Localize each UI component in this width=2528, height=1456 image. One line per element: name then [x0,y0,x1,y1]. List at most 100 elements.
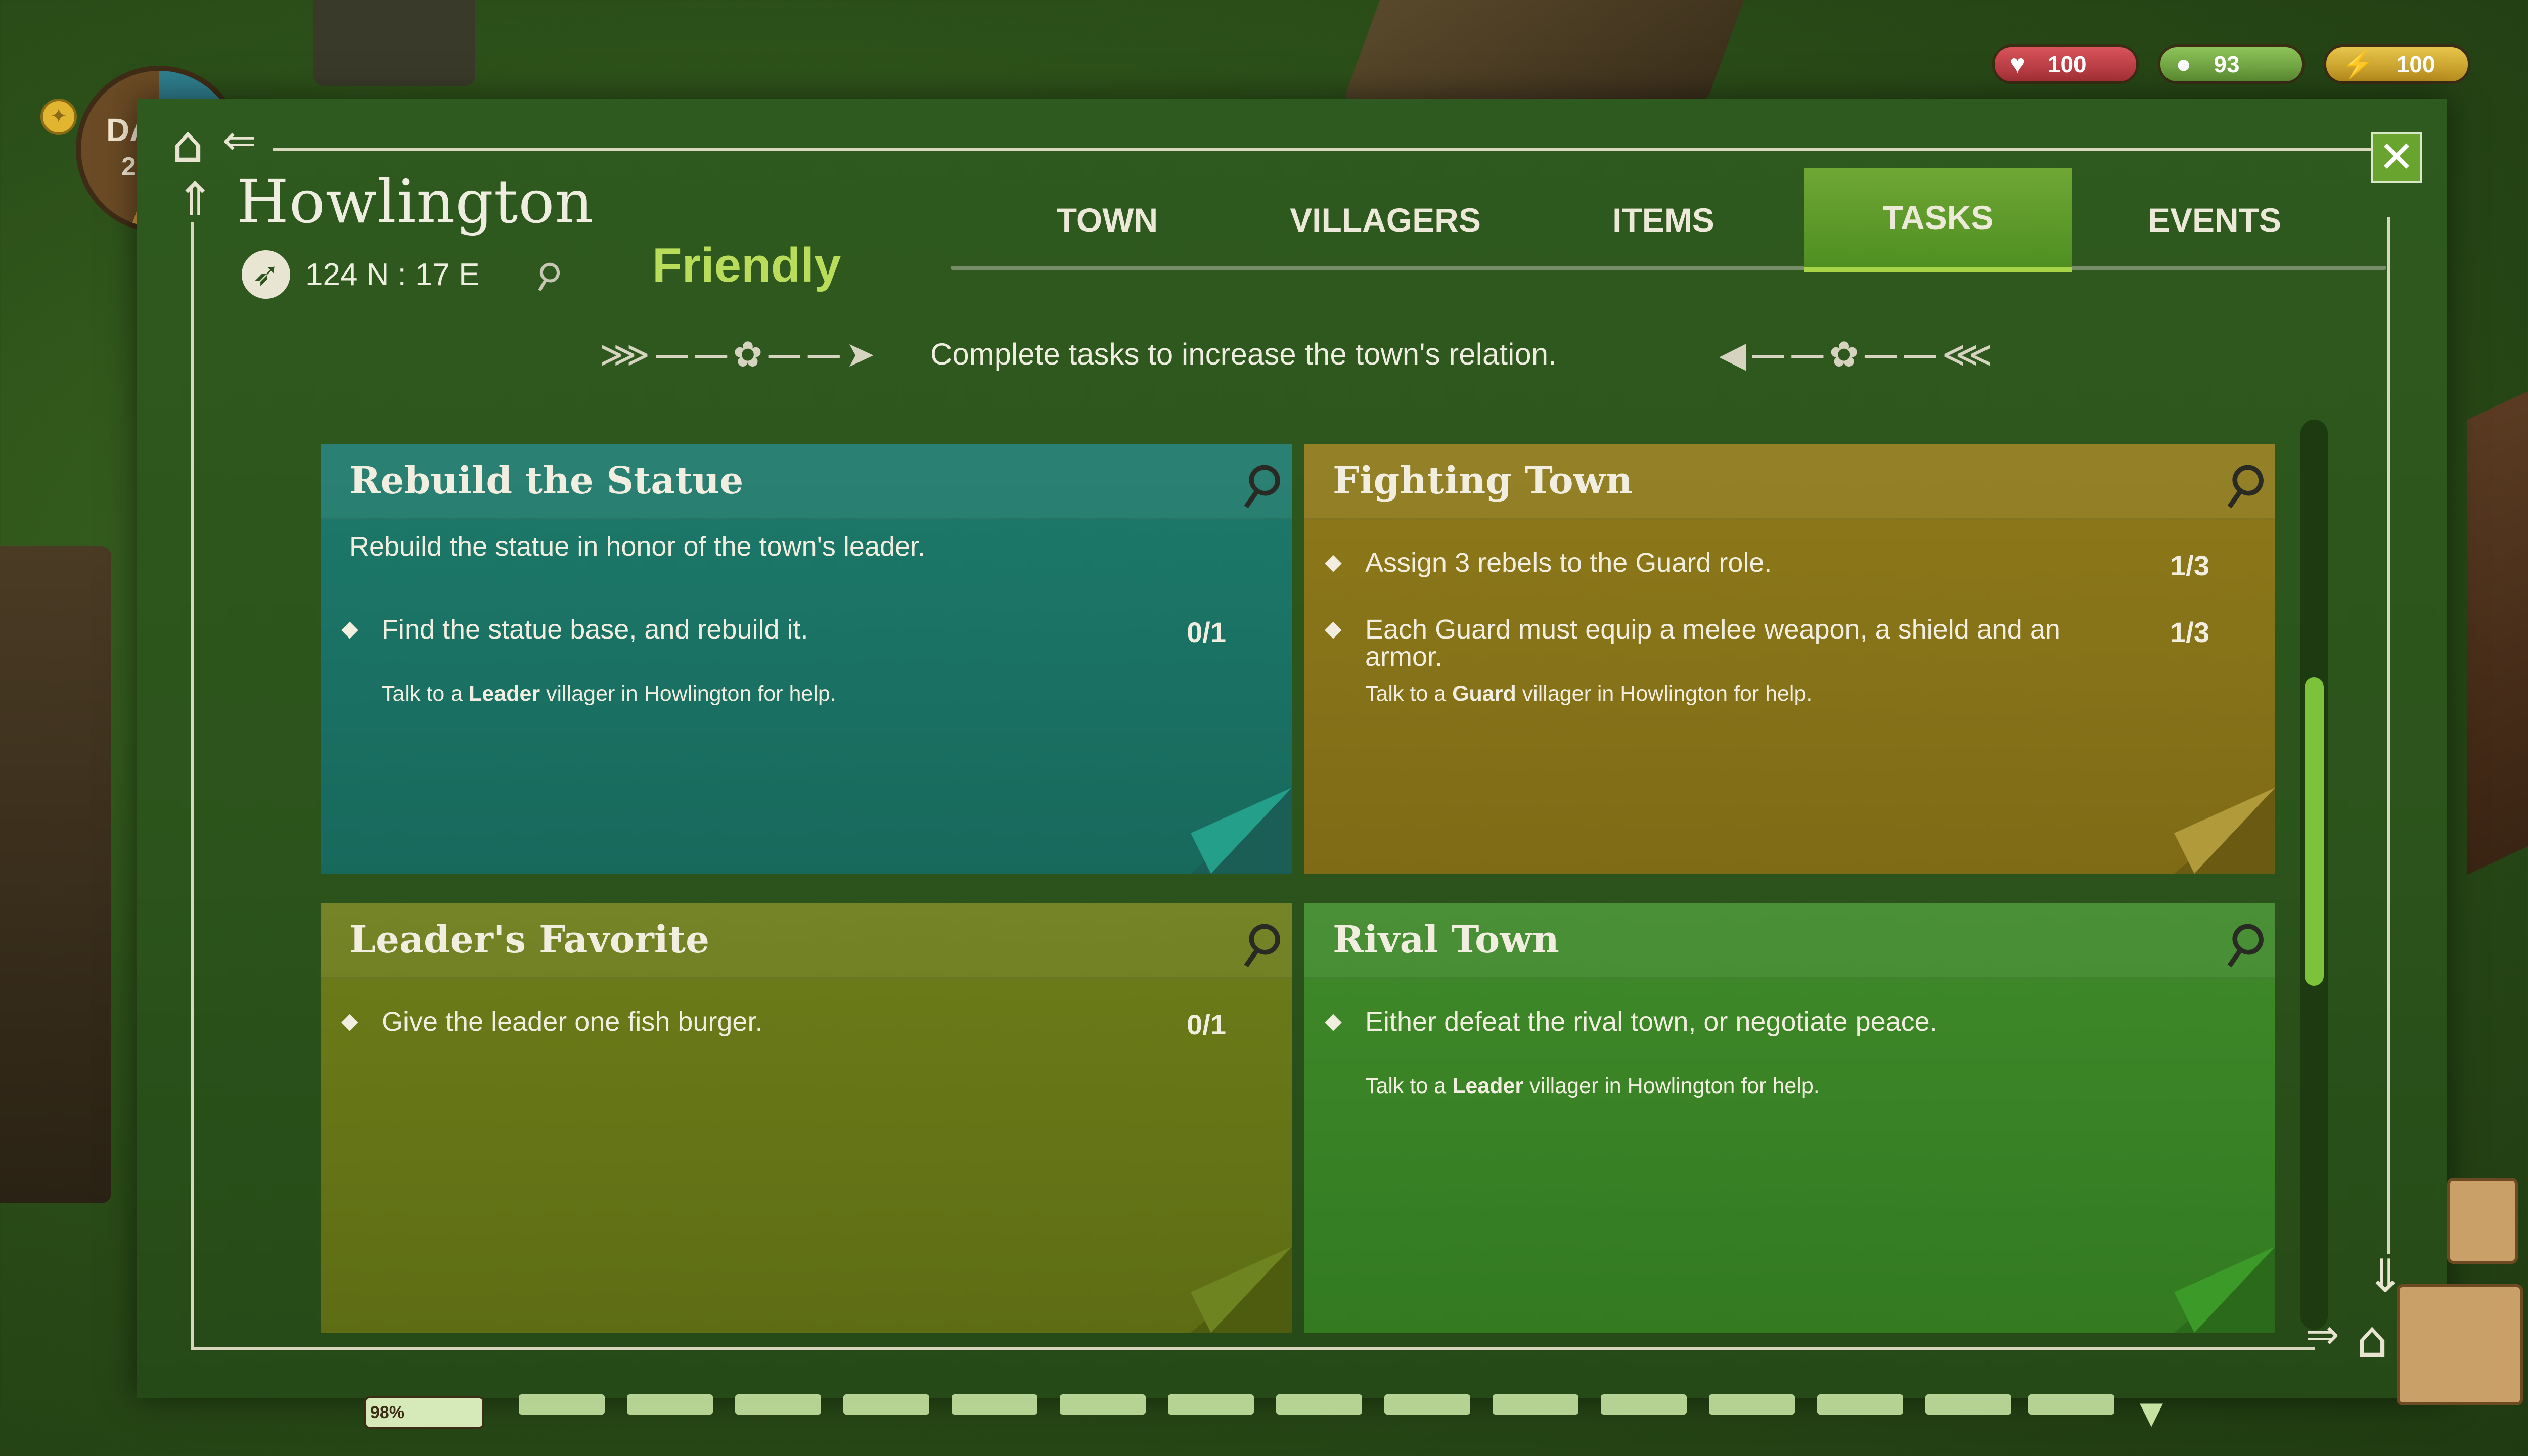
background-house-wall [0,546,111,1203]
task-hint: Talk to a Guard villager in Howlington f… [1365,681,1812,706]
town-name: Howlington [237,167,594,237]
page-fold-icon [1191,788,1292,874]
task-card[interactable]: Fighting Town ⚲ ◆ Assign 3 rebels to the… [1304,444,2280,874]
task-description: Rebuild the statue in honor of the town'… [349,531,926,562]
inventory-tile[interactable] [2397,1284,2523,1405]
objective-progress: 0/1 [1187,1009,1226,1040]
hotbar-slot[interactable] [1493,1394,1578,1415]
home-icon: ⌂ [2356,1310,2388,1369]
ornament-right-icon: ◀——✿——⋘ [1719,334,1997,375]
task-card-header: Fighting Town [1304,444,2275,520]
hotbar-slot[interactable] [1060,1394,1146,1415]
panel-frame-top [273,148,2376,151]
hotbar-slot[interactable] [1709,1394,1795,1415]
tab-tasks[interactable]: TASKS [1804,168,2072,272]
food-value: 93 [2214,51,2240,77]
task-hint: Talk to a Leader villager in Howlington … [382,681,836,706]
background-house-roof [2467,349,2528,875]
hotbar-slot[interactable] [1168,1394,1254,1415]
hotbar-slot[interactable] [1276,1394,1362,1415]
objective-text: Give the leader one fish burger. [382,1007,763,1037]
panel-frame-bottom [191,1347,2315,1350]
tab-items[interactable]: ITEMS [1577,168,1749,272]
progress-label: 98% [370,1403,405,1422]
hint-prefix: Talk to a [1365,681,1453,706]
heart-icon: ♥ [2010,50,2025,79]
panel-frame-right [2387,217,2390,1254]
food-stat: ● 93 [2158,44,2305,84]
task-card-header: Rebuild the Statue [321,444,1292,520]
objective-progress: 0/1 [1187,616,1226,648]
hotbar-slot[interactable] [735,1394,821,1415]
task-title: Rebuild the Statue [349,459,744,503]
objective-progress: 1/3 [2170,550,2209,581]
hotbar-slot[interactable] [952,1394,1037,1415]
hotbar-slot[interactable] [2028,1394,2114,1415]
leaf-ornament-icon: ⇑ [176,173,214,226]
task-hint: Talk to a Leader villager in Howlington … [1365,1074,1820,1099]
energy-value: 100 [2396,51,2435,77]
town-coordinates: 124 N : 17 E [305,257,480,292]
task-card[interactable]: Rival Town ⚲ ◆ Either defeat the rival t… [1304,903,2280,1333]
hint-suffix: villager in Howlington for help. [540,681,836,706]
hint-role: Leader [469,681,540,706]
progress-badge: 98% [364,1396,484,1429]
tab-events[interactable]: EVENTS [2113,168,2316,272]
ornament-left-icon: ⋙——✿——➤ [600,334,879,375]
panel-frame-left [191,222,194,1350]
bear-portrait-icon[interactable] [2447,1178,2518,1264]
task-card-header: Leader's Favorite [321,903,1292,979]
page-fold-icon [2174,788,2275,874]
hotbar-slot[interactable] [1601,1394,1687,1415]
compass-icon: ➶ [242,250,290,299]
hint-suffix: villager in Howlington for help. [1516,681,1813,706]
hint-role: Leader [1452,1074,1524,1098]
page-fold-icon [1191,1247,1292,1333]
objective-progress: 1/3 [2170,616,2209,648]
tasks-subtitle: Complete tasks to increase the town's re… [930,337,1557,371]
diamond-bullet-icon: ◆ [341,616,358,641]
task-card-header: Rival Town [1304,903,2275,979]
scrollbar-thumb[interactable] [2305,677,2324,986]
diamond-bullet-icon: ◆ [341,1009,358,1033]
hotbar-slot[interactable] [1925,1394,2011,1415]
hotbar-slot[interactable] [1384,1394,1470,1415]
health-stat: ♥ 100 [1992,44,2139,84]
background-house-roof [1343,0,1751,101]
close-button[interactable]: ✕ [2371,132,2422,183]
hint-suffix: villager in Howlington for help. [1523,1074,1820,1098]
arrow-ornament-icon: ⇐ [222,117,257,164]
hotbar-slot[interactable] [627,1394,713,1415]
task-title: Rival Town [1333,918,1559,962]
background-house-roof [313,0,475,86]
hotbar-slot[interactable] [1817,1394,1903,1415]
tab-town[interactable]: TOWN [1016,168,1198,272]
task-title: Leader's Favorite [349,918,710,962]
task-title: Fighting Town [1333,459,1633,503]
task-card[interactable]: Rebuild the Statue ⚲ Rebuild the statue … [321,444,1296,874]
page-fold-icon [2174,1247,2275,1333]
objective-text: Either defeat the rival town, or negotia… [1365,1007,1937,1037]
tab-villagers[interactable]: VILLAGERS [1264,168,1507,272]
health-value: 100 [2047,51,2087,77]
hotbar-slot[interactable] [843,1394,929,1415]
apple-icon: ● [2176,50,2192,79]
hotbar-slot[interactable] [519,1394,605,1415]
energy-stat: ⚡ 100 [2324,44,2470,84]
hint-prefix: Talk to a [382,681,469,706]
objective-text: Find the statue base, and rebuild it. [382,614,808,645]
diamond-bullet-icon: ◆ [1325,616,1342,641]
chevron-down-icon[interactable]: ▼ [2140,1395,2163,1431]
close-icon: ✕ [2378,132,2415,183]
diamond-bullet-icon: ◆ [1325,1009,1342,1033]
home-icon: ⌂ [172,115,204,174]
lightning-icon: ⚡ [2341,50,2374,79]
task-card[interactable]: Leader's Favorite ⚲ ◆ Give the leader on… [321,903,1296,1333]
objective-text: Each Guard must equip a melee weapon, a … [1365,614,2060,672]
hint-role: Guard [1452,681,1516,706]
day-number: 2 [121,152,136,181]
hint-prefix: Talk to a [1365,1074,1453,1098]
coin-icon: ✦ [40,99,77,135]
diamond-bullet-icon: ◆ [1325,550,1342,574]
relation-status: Friendly [652,238,841,292]
